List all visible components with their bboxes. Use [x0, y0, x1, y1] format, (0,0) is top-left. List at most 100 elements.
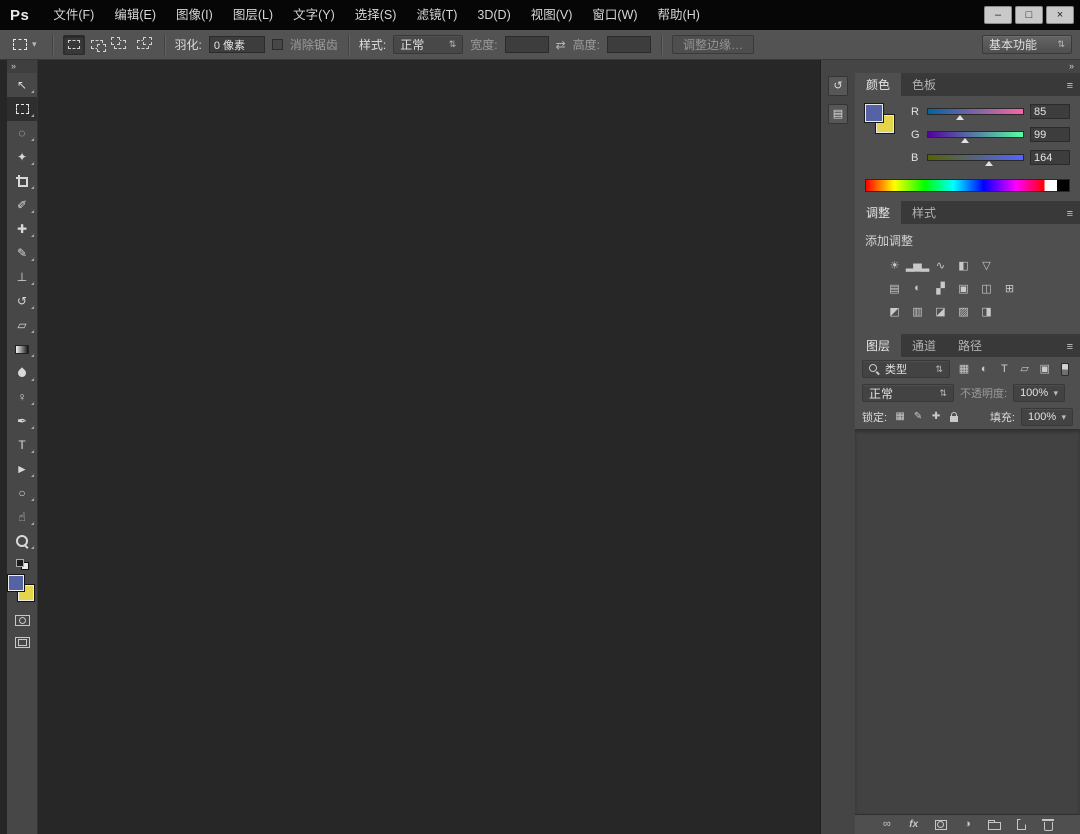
canvas-area[interactable]: [38, 60, 821, 834]
new-selection-mode-button[interactable]: [63, 35, 85, 55]
adj-photo-filter[interactable]: ▣: [954, 280, 972, 296]
menu-window[interactable]: 窗口(W): [582, 0, 647, 30]
healing-brush-tool[interactable]: ✚: [7, 217, 37, 241]
hand-tool[interactable]: ☝: [7, 505, 37, 529]
eyedropper-tool[interactable]: ✐: [7, 193, 37, 217]
type-tool[interactable]: T: [7, 433, 37, 457]
antialias-checkbox[interactable]: [272, 39, 283, 50]
move-tool[interactable]: ↖: [7, 73, 37, 97]
collapsed-history-panel-button[interactable]: ↺: [828, 76, 848, 96]
new-layer-icon[interactable]: [1012, 817, 1030, 833]
lock-all-icon[interactable]: [947, 409, 961, 425]
channel-slider-G[interactable]: [927, 131, 1024, 138]
swap-dimensions-icon[interactable]: ⇄: [556, 38, 566, 52]
tab-layers[interactable]: 图层: [855, 334, 901, 357]
adj-vibrance[interactable]: ▽: [977, 257, 995, 273]
fill-dropdown[interactable]: 100% ▾: [1021, 408, 1073, 426]
link-layers-icon[interactable]: ∞: [878, 817, 896, 833]
menu-select[interactable]: 选择(S): [345, 0, 407, 30]
filter-pixel-layers-icon[interactable]: ▦: [956, 361, 972, 377]
channel-slider-B[interactable]: [927, 154, 1024, 161]
filter-smart-objects-icon[interactable]: ▣: [1037, 361, 1053, 377]
quick-mask-button[interactable]: [7, 609, 37, 631]
menu-edit[interactable]: 编辑(E): [104, 0, 166, 30]
adj-threshold[interactable]: ◪: [931, 303, 949, 319]
zoom-tool[interactable]: [7, 529, 37, 553]
opacity-dropdown[interactable]: 100% ▾: [1013, 384, 1065, 402]
gradient-tool[interactable]: [7, 337, 37, 361]
quick-selection-tool[interactable]: ✦: [7, 145, 37, 169]
lasso-tool[interactable]: ◌: [7, 121, 37, 145]
maximize-button[interactable]: □: [1015, 6, 1043, 24]
toolbar-foreground-swatch[interactable]: [8, 575, 24, 591]
layer-style-icon[interactable]: fx: [905, 817, 923, 833]
adjustments-panel-menu-icon[interactable]: ≡: [1060, 204, 1080, 224]
history-brush-tool[interactable]: ↺: [7, 289, 37, 313]
dock-header[interactable]: »: [855, 60, 1080, 73]
subtract-selection-mode-button[interactable]: [109, 35, 131, 55]
channel-value-B[interactable]: [1030, 150, 1070, 165]
menu-layer[interactable]: 图层(L): [223, 0, 283, 30]
adj-color-lookup[interactable]: ⊞: [1000, 280, 1018, 296]
menu-3d[interactable]: 3D(D): [467, 0, 520, 30]
intersect-selection-mode-button[interactable]: [132, 35, 154, 55]
adj-invert[interactable]: ◩: [885, 303, 903, 319]
filter-shape-layers-icon[interactable]: ▱: [1017, 361, 1033, 377]
blend-mode-dropdown[interactable]: 正常 ⇅: [862, 384, 954, 402]
new-group-icon[interactable]: [985, 817, 1003, 833]
pen-tool[interactable]: ✒: [7, 409, 37, 433]
delete-layer-icon[interactable]: [1039, 817, 1057, 833]
filter-adjustment-layers-icon[interactable]: ◐: [976, 361, 992, 377]
adj-hue-saturation[interactable]: ▤: [885, 280, 903, 296]
adj-brightness-contrast[interactable]: ☀: [885, 257, 903, 273]
channel-handle-B[interactable]: [985, 161, 993, 166]
shape-tool[interactable]: ○: [7, 481, 37, 505]
channel-slider-R[interactable]: [927, 108, 1024, 115]
adj-levels[interactable]: ▂▅▂: [908, 257, 926, 273]
minimize-button[interactable]: –: [984, 6, 1012, 24]
layers-panel-menu-icon[interactable]: ≡: [1060, 337, 1080, 357]
channel-handle-R[interactable]: [956, 115, 964, 120]
lock-position-icon[interactable]: ✚: [929, 409, 943, 425]
dodge-tool[interactable]: ♀: [7, 385, 37, 409]
screen-mode-button[interactable]: [7, 631, 37, 653]
width-input[interactable]: [505, 36, 549, 53]
layer-list[interactable]: [855, 429, 1080, 815]
adj-posterize[interactable]: ▥: [908, 303, 926, 319]
menu-filter[interactable]: 滤镜(T): [406, 0, 467, 30]
rectangular-marquee-tool[interactable]: [7, 97, 37, 121]
adj-channel-mixer[interactable]: ◫: [977, 280, 995, 296]
layer-filter-toggle[interactable]: [1057, 361, 1073, 377]
tab-paths[interactable]: 路径: [947, 334, 993, 357]
channel-value-R[interactable]: [1030, 104, 1070, 119]
height-input[interactable]: [607, 36, 651, 53]
channel-handle-G[interactable]: [961, 138, 969, 143]
tab-swatches[interactable]: 色板: [901, 73, 947, 96]
tool-preset-picker[interactable]: ▾: [8, 36, 42, 53]
menu-file[interactable]: 文件(F): [43, 0, 104, 30]
feather-input[interactable]: [209, 36, 265, 53]
close-button[interactable]: ×: [1046, 6, 1074, 24]
refine-edge-button[interactable]: 调整边缘…: [672, 35, 754, 54]
toolbar-collapse[interactable]: »: [7, 60, 37, 73]
color-foreground-swatch[interactable]: [865, 104, 883, 122]
default-colors-icon[interactable]: [16, 559, 29, 570]
brush-tool[interactable]: ✎: [7, 241, 37, 265]
collapsed-properties-panel-button[interactable]: ▤: [828, 104, 848, 124]
eraser-tool[interactable]: ▱: [7, 313, 37, 337]
crop-tool[interactable]: [7, 169, 37, 193]
adj-curves[interactable]: ∿: [931, 257, 949, 273]
tab-adjustments[interactable]: 调整: [855, 201, 901, 224]
tab-color[interactable]: 颜色: [855, 73, 901, 96]
tab-styles[interactable]: 样式: [901, 201, 947, 224]
menu-type[interactable]: 文字(Y): [283, 0, 345, 30]
filter-type-layers-icon[interactable]: T: [996, 361, 1012, 377]
tab-channels[interactable]: 通道: [901, 334, 947, 357]
adj-color-balance[interactable]: ◐: [908, 280, 926, 296]
menu-help[interactable]: 帮助(H): [648, 0, 710, 30]
adj-black-white[interactable]: ▞: [931, 280, 949, 296]
color-spectrum-ramp[interactable]: [865, 179, 1070, 192]
channel-value-G[interactable]: [1030, 127, 1070, 142]
style-dropdown[interactable]: 正常 ⇅: [393, 35, 463, 54]
workspace-switcher[interactable]: 基本功能 ⇅: [982, 35, 1072, 54]
